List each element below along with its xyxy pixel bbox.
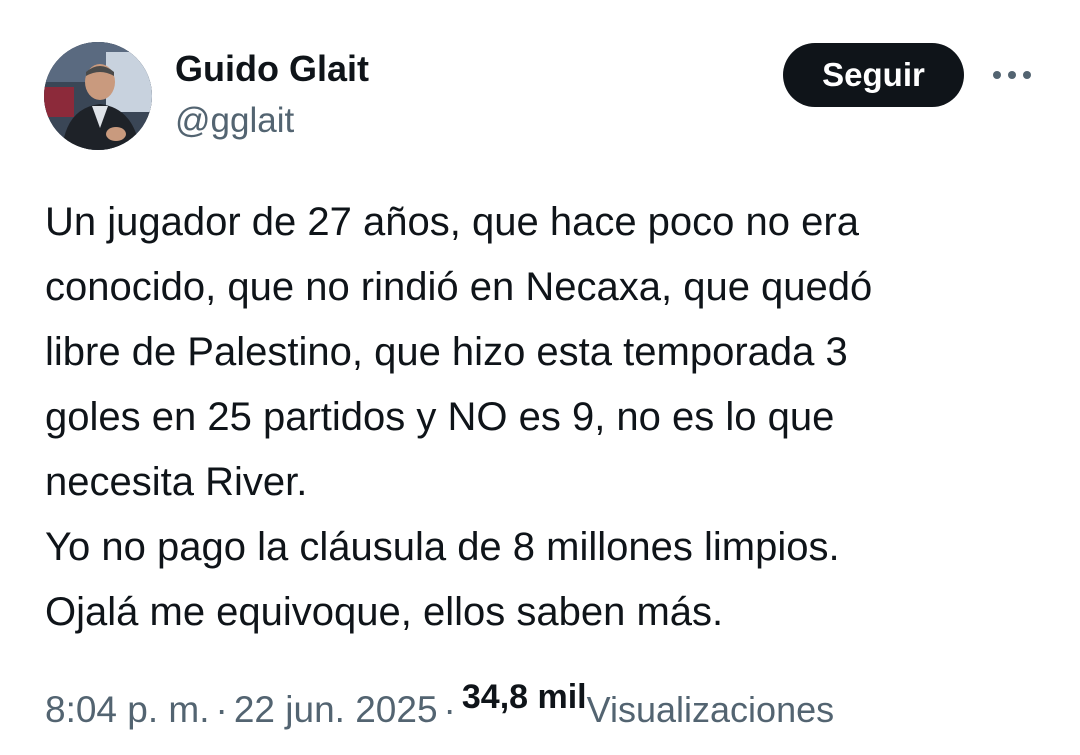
author-display-name[interactable]: Guido Glait [175,48,369,90]
follow-button[interactable]: Seguir [783,43,964,107]
tweet-date[interactable]: 22 jun. 2025 [234,689,438,730]
tweet-meta: 8:04 p. m. · 22 jun. 2025 · 34,8 milVisualiz… [45,678,835,740]
meta-separator: · [443,689,456,730]
views-count: 34,8 mil [461,678,587,716]
more-options-icon [993,71,1031,79]
views-label: Visualizaciones [586,689,835,730]
tweet-time[interactable]: 8:04 p. m. [45,689,210,730]
profile-photo [44,42,152,150]
author-handle[interactable]: @gglait [175,100,294,142]
more-options-button[interactable] [988,55,1036,95]
avatar[interactable] [44,42,152,150]
meta-separator: · [215,689,228,730]
tweet-text: Un jugador de 27 años, que hace poco no … [45,200,873,634]
